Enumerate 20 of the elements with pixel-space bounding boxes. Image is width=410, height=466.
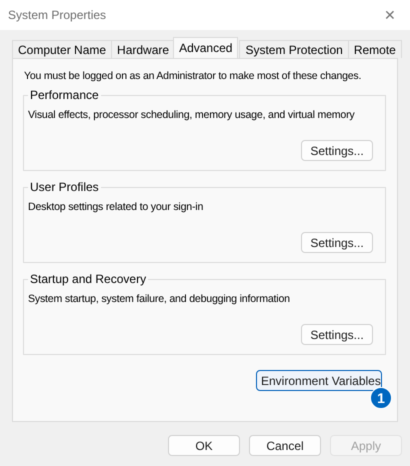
tab[interactable]: Remote — [348, 40, 402, 58]
admin-notice: You must be logged on as an Administrator to make most of these changes. — [23, 69, 362, 83]
group-description: Desktop settings related to your sign-in — [28, 200, 204, 214]
tab[interactable]: Advanced — [173, 37, 238, 58]
close-icon[interactable]: ✕ — [380, 7, 400, 23]
window-title: System Properties — [8, 8, 106, 22]
group-description: Visual effects, processor scheduling, memory usage, and virtual memory — [28, 108, 355, 122]
ok-button[interactable]: OK — [168, 435, 240, 456]
group-title: Performance — [28, 88, 101, 102]
group-title: Startup and Recovery — [28, 272, 148, 286]
settings-button[interactable]: Settings... — [301, 232, 373, 253]
group-description: System startup, system failure, and debugging information — [28, 292, 290, 306]
callout-badge: 1 — [370, 387, 392, 409]
tab[interactable]: Computer Name — [12, 40, 112, 58]
cancel-button[interactable]: Cancel — [249, 435, 321, 456]
environment-variables-button[interactable]: Environment Variables — [256, 370, 382, 391]
tab[interactable]: System Protection — [239, 40, 349, 58]
settings-button[interactable]: Settings... — [301, 324, 373, 345]
group-title: User Profiles — [28, 180, 101, 194]
settings-button[interactable]: Settings... — [301, 140, 373, 161]
